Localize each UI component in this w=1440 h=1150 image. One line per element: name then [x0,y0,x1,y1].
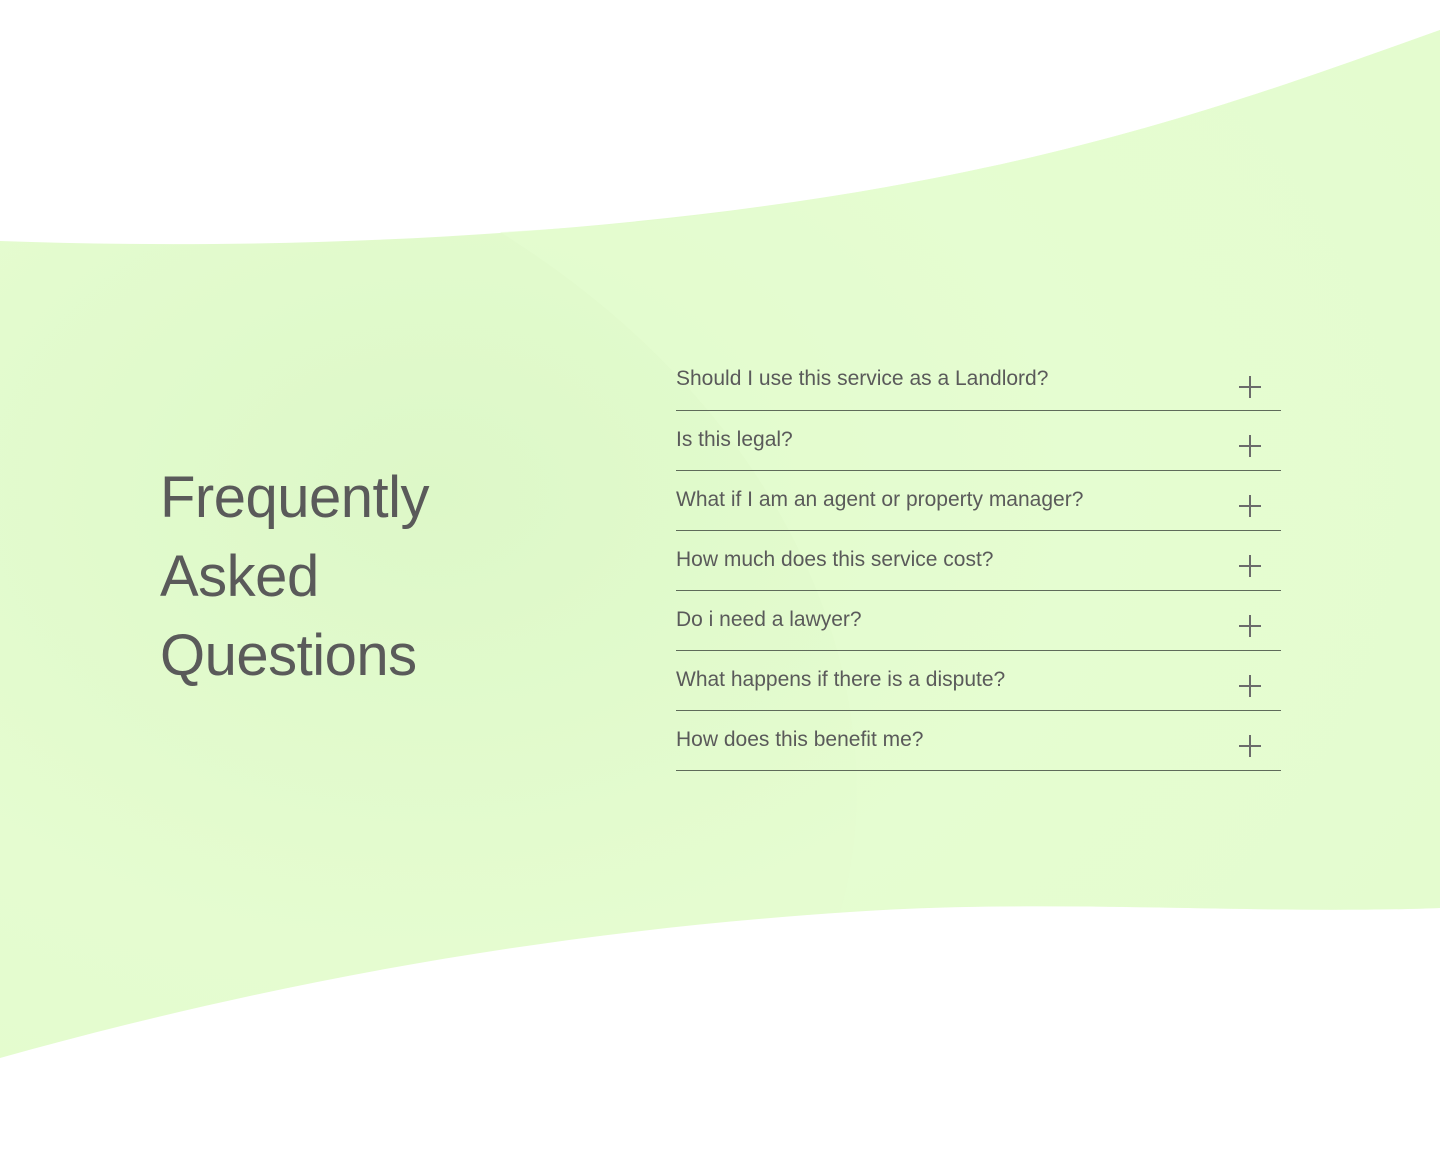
plus-icon[interactable] [1239,376,1261,398]
faq-question: How does this benefit me? [676,728,924,751]
faq-question: Should I use this service as a Landlord? [676,367,1049,390]
faq-item-cost[interactable]: How much does this service cost? [676,531,1281,591]
faq-question: How much does this service cost? [676,548,994,571]
faq-heading: Frequently Asked Questions [160,458,430,695]
faq-item-lawyer[interactable]: Do i need a lawyer? [676,591,1281,651]
faq-question: What happens if there is a dispute? [676,668,1006,691]
faq-question: What if I am an agent or property manage… [676,488,1084,511]
faq-item-benefit[interactable]: How does this benefit me? [676,711,1281,771]
faq-item-legal[interactable]: Is this legal? [676,411,1281,471]
faq-item-dispute[interactable]: What happens if there is a dispute? [676,651,1281,711]
faq-question: Do i need a lawyer? [676,608,862,631]
plus-icon[interactable] [1239,735,1261,757]
faq-heading-line-1: Frequently [160,465,430,530]
plus-icon[interactable] [1239,615,1261,637]
faq-heading-line-3: Questions [160,623,417,688]
faq-section: Frequently Asked Questions Should I use … [0,0,1440,1150]
faq-item-agent[interactable]: What if I am an agent or property manage… [676,471,1281,531]
plus-icon[interactable] [1239,495,1261,517]
faq-list: Should I use this service as a Landlord?… [676,351,1281,771]
faq-question: Is this legal? [676,428,793,451]
plus-icon[interactable] [1239,675,1261,697]
plus-icon[interactable] [1239,435,1261,457]
plus-icon[interactable] [1239,555,1261,577]
faq-item-landlord[interactable]: Should I use this service as a Landlord? [676,351,1281,411]
faq-heading-line-2: Asked [160,544,319,609]
